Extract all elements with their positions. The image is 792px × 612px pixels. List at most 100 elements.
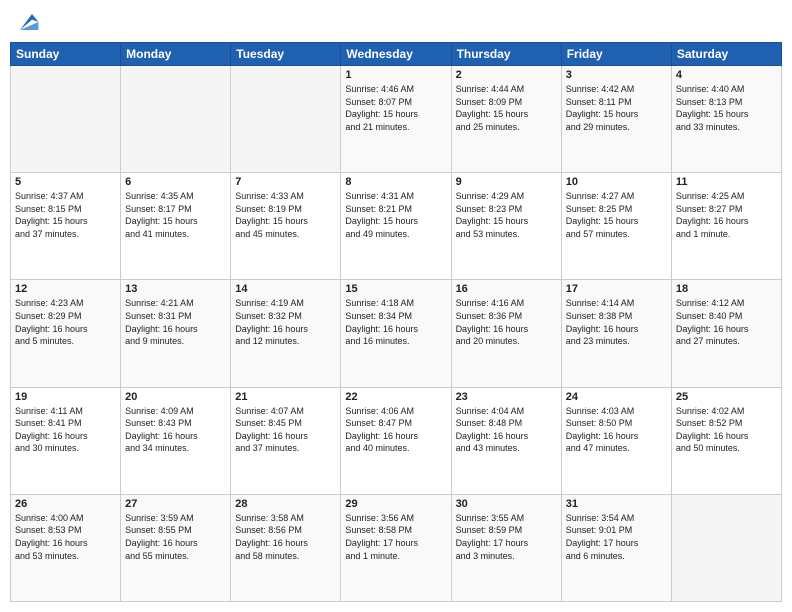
day-number: 15: [345, 283, 446, 295]
calendar-cell: 27 Sunrise: 3:59 AM Sunset: 8:55 PM Dayli…: [121, 494, 231, 601]
day-info: Sunrise: 4:16 AM Sunset: 8:36 PM Dayligh…: [456, 297, 557, 347]
day-number: 10: [566, 176, 667, 188]
calendar-header-row: SundayMondayTuesdayWednesdayThursdayFrid…: [11, 43, 782, 66]
col-header-monday: Monday: [121, 43, 231, 66]
day-number: 21: [235, 391, 336, 403]
calendar-cell: 10 Sunrise: 4:27 AM Sunset: 8:25 PM Dayli…: [561, 173, 671, 280]
day-info: Sunrise: 4:19 AM Sunset: 8:32 PM Dayligh…: [235, 297, 336, 347]
calendar-cell: 14Sunrise: 4:19 AM Sunset: 8:32 PM Dayli…: [231, 280, 341, 387]
day-info: Sunrise: 4:44 AM Sunset: 8:09 PM Dayligh…: [456, 83, 557, 133]
calendar-cell: 11 Sunrise: 4:25 AM Sunset: 8:27 PM Dayli…: [671, 173, 781, 280]
day-number: 23: [456, 391, 557, 403]
day-number: 25: [676, 391, 777, 403]
calendar-week-row: 5 Sunrise: 4:37 AM Sunset: 8:15 PM Daylig…: [11, 173, 782, 280]
day-info: Sunrise: 4:18 AM Sunset: 8:34 PM Dayligh…: [345, 297, 446, 347]
day-info: Sunrise: 3:55 AM Sunset: 8:59 PM Dayligh…: [456, 512, 557, 562]
day-number: 7: [235, 176, 336, 188]
day-number: 17: [566, 283, 667, 295]
day-info: Sunrise: 4:25 AM Sunset: 8:27 PM Dayligh…: [676, 190, 777, 240]
calendar-cell: 1 Sunrise: 4:46 AM Sunset: 8:07 PM Daylig…: [341, 66, 451, 173]
day-info: Sunrise: 3:59 AM Sunset: 8:55 PM Dayligh…: [125, 512, 226, 562]
day-info: Sunrise: 4:09 AM Sunset: 8:43 PM Dayligh…: [125, 405, 226, 455]
calendar-table: SundayMondayTuesdayWednesdayThursdayFrid…: [10, 42, 782, 602]
day-number: 13: [125, 283, 226, 295]
day-info: Sunrise: 4:42 AM Sunset: 8:11 PM Dayligh…: [566, 83, 667, 133]
day-info: Sunrise: 3:54 AM Sunset: 9:01 PM Dayligh…: [566, 512, 667, 562]
day-number: 19: [15, 391, 116, 403]
calendar-week-row: 1 Sunrise: 4:46 AM Sunset: 8:07 PM Daylig…: [11, 66, 782, 173]
day-number: 6: [125, 176, 226, 188]
day-info: Sunrise: 4:04 AM Sunset: 8:48 PM Dayligh…: [456, 405, 557, 455]
calendar-cell: 4 Sunrise: 4:40 AM Sunset: 8:13 PM Daylig…: [671, 66, 781, 173]
calendar-cell: 12 Sunrise: 4:23 AM Sunset: 8:29 PM Dayli…: [11, 280, 121, 387]
calendar-cell: 6 Sunrise: 4:35 AM Sunset: 8:17 PM Daylig…: [121, 173, 231, 280]
calendar-cell: 8 Sunrise: 4:31 AM Sunset: 8:21 PM Daylig…: [341, 173, 451, 280]
calendar-cell: 2 Sunrise: 4:44 AM Sunset: 8:09 PM Daylig…: [451, 66, 561, 173]
day-number: 26: [15, 498, 116, 510]
calendar-cell: 9Sunrise: 4:29 AM Sunset: 8:23 PM Daylig…: [451, 173, 561, 280]
day-number: 22: [345, 391, 446, 403]
day-number: 18: [676, 283, 777, 295]
calendar-cell: 16 Sunrise: 4:16 AM Sunset: 8:36 PM Dayli…: [451, 280, 561, 387]
calendar-week-row: 12 Sunrise: 4:23 AM Sunset: 8:29 PM Dayli…: [11, 280, 782, 387]
day-number: 16: [456, 283, 557, 295]
day-info: Sunrise: 4:46 AM Sunset: 8:07 PM Dayligh…: [345, 83, 446, 133]
day-info: Sunrise: 4:23 AM Sunset: 8:29 PM Dayligh…: [15, 297, 116, 347]
calendar-cell: 23 Sunrise: 4:04 AM Sunset: 8:48 PM Dayli…: [451, 387, 561, 494]
day-number: 5: [15, 176, 116, 188]
day-number: 1: [345, 69, 446, 81]
day-info: Sunrise: 4:03 AM Sunset: 8:50 PM Dayligh…: [566, 405, 667, 455]
day-info: Sunrise: 4:00 AM Sunset: 8:53 PM Dayligh…: [15, 512, 116, 562]
day-info: Sunrise: 4:40 AM Sunset: 8:13 PM Dayligh…: [676, 83, 777, 133]
calendar-cell: 3 Sunrise: 4:42 AM Sunset: 8:11 PM Daylig…: [561, 66, 671, 173]
day-info: Sunrise: 3:58 AM Sunset: 8:56 PM Dayligh…: [235, 512, 336, 562]
day-number: 4: [676, 69, 777, 81]
day-info: Sunrise: 4:33 AM Sunset: 8:19 PM Dayligh…: [235, 190, 336, 240]
day-number: 9: [456, 176, 557, 188]
col-header-thursday: Thursday: [451, 43, 561, 66]
day-info: Sunrise: 4:31 AM Sunset: 8:21 PM Dayligh…: [345, 190, 446, 240]
col-header-saturday: Saturday: [671, 43, 781, 66]
calendar-cell: 22 Sunrise: 4:06 AM Sunset: 8:47 PM Dayli…: [341, 387, 451, 494]
day-info: Sunrise: 4:12 AM Sunset: 8:40 PM Dayligh…: [676, 297, 777, 347]
calendar-week-row: 19Sunrise: 4:11 AM Sunset: 8:41 PM Dayli…: [11, 387, 782, 494]
calendar-cell: 15 Sunrise: 4:18 AM Sunset: 8:34 PM Dayli…: [341, 280, 451, 387]
day-number: 8: [345, 176, 446, 188]
day-number: 11: [676, 176, 777, 188]
col-header-friday: Friday: [561, 43, 671, 66]
calendar-cell: 24 Sunrise: 4:03 AM Sunset: 8:50 PM Dayli…: [561, 387, 671, 494]
day-number: 3: [566, 69, 667, 81]
day-info: Sunrise: 3:56 AM Sunset: 8:58 PM Dayligh…: [345, 512, 446, 562]
day-number: 20: [125, 391, 226, 403]
calendar-cell: 5 Sunrise: 4:37 AM Sunset: 8:15 PM Daylig…: [11, 173, 121, 280]
calendar-cell: 25 Sunrise: 4:02 AM Sunset: 8:52 PM Dayli…: [671, 387, 781, 494]
day-number: 24: [566, 391, 667, 403]
calendar-cell: 26 Sunrise: 4:00 AM Sunset: 8:53 PM Dayli…: [11, 494, 121, 601]
calendar-cell: 17 Sunrise: 4:14 AM Sunset: 8:38 PM Dayli…: [561, 280, 671, 387]
day-info: Sunrise: 4:35 AM Sunset: 8:17 PM Dayligh…: [125, 190, 226, 240]
day-info: Sunrise: 4:14 AM Sunset: 8:38 PM Dayligh…: [566, 297, 667, 347]
day-info: Sunrise: 4:27 AM Sunset: 8:25 PM Dayligh…: [566, 190, 667, 240]
calendar-cell: 13 Sunrise: 4:21 AM Sunset: 8:31 PM Dayli…: [121, 280, 231, 387]
calendar-cell: [11, 66, 121, 173]
calendar-cell: 18 Sunrise: 4:12 AM Sunset: 8:40 PM Dayli…: [671, 280, 781, 387]
day-info: Sunrise: 4:06 AM Sunset: 8:47 PM Dayligh…: [345, 405, 446, 455]
calendar-week-row: 26 Sunrise: 4:00 AM Sunset: 8:53 PM Dayli…: [11, 494, 782, 601]
day-info: Sunrise: 4:21 AM Sunset: 8:31 PM Dayligh…: [125, 297, 226, 347]
day-info: Sunrise: 4:37 AM Sunset: 8:15 PM Dayligh…: [15, 190, 116, 240]
header: [10, 10, 782, 34]
calendar-cell: 31Sunrise: 3:54 AM Sunset: 9:01 PM Dayli…: [561, 494, 671, 601]
calendar-cell: 20 Sunrise: 4:09 AM Sunset: 8:43 PM Dayli…: [121, 387, 231, 494]
day-number: 28: [235, 498, 336, 510]
col-header-sunday: Sunday: [11, 43, 121, 66]
day-number: 12: [15, 283, 116, 295]
col-header-wednesday: Wednesday: [341, 43, 451, 66]
col-header-tuesday: Tuesday: [231, 43, 341, 66]
day-number: 2: [456, 69, 557, 81]
calendar-cell: 29 Sunrise: 3:56 AM Sunset: 8:58 PM Dayli…: [341, 494, 451, 601]
day-number: 27: [125, 498, 226, 510]
page: SundayMondayTuesdayWednesdayThursdayFrid…: [0, 0, 792, 612]
day-info: Sunrise: 4:02 AM Sunset: 8:52 PM Dayligh…: [676, 405, 777, 455]
day-number: 29: [345, 498, 446, 510]
calendar-cell: 28 Sunrise: 3:58 AM Sunset: 8:56 PM Dayli…: [231, 494, 341, 601]
